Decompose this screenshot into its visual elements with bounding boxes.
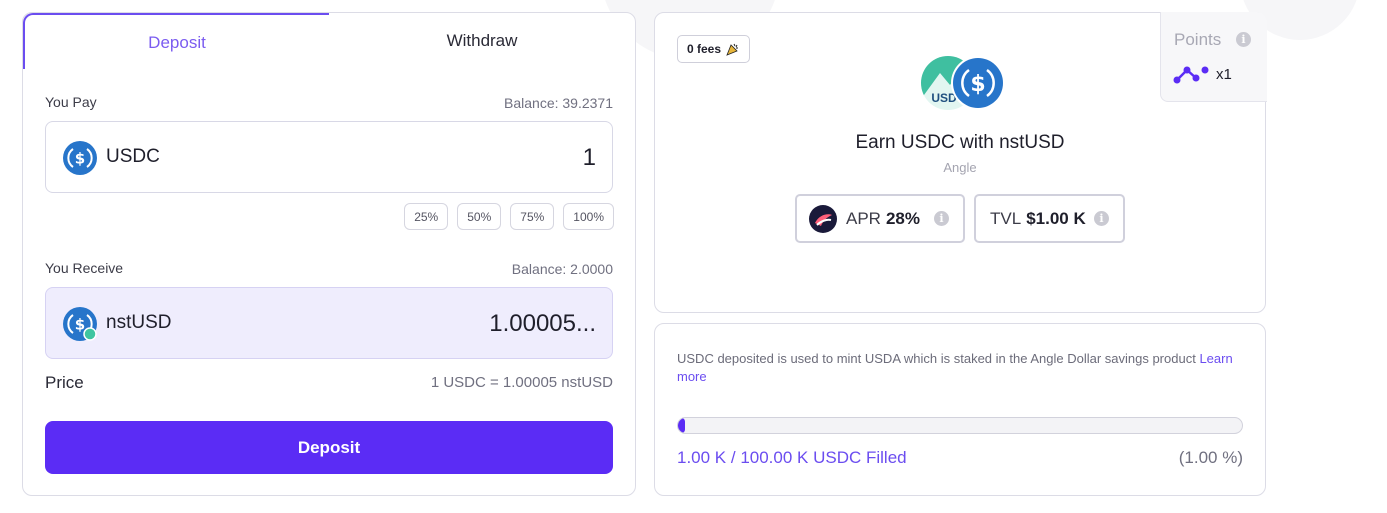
- tab-bar: Deposit Withdraw: [23, 13, 635, 69]
- points-dots-icon: [1173, 66, 1209, 84]
- capacity-filled-percent: (1.00 %): [1178, 448, 1243, 467]
- fees-badge: 0 fees: [677, 35, 751, 63]
- vault-description: USDC deposited is used to mint USDA whic…: [677, 350, 1247, 386]
- capacity-progress-fill: [678, 418, 685, 433]
- apr-label: APR: [846, 208, 881, 228]
- tab-withdraw[interactable]: Withdraw: [329, 13, 635, 69]
- percent-25-button[interactable]: 25%: [404, 203, 449, 230]
- party-popper-icon: [726, 43, 739, 56]
- apr-stat: APR 28% i: [795, 194, 965, 243]
- usdc-coin-icon: $: [63, 141, 97, 175]
- info-icon[interactable]: i: [1094, 211, 1109, 226]
- receive-output-box: $ nstUSD 1.00005...: [45, 287, 613, 359]
- points-label: Points: [1174, 30, 1222, 49]
- percent-buttons: 25% 50% 75% 100%: [404, 203, 614, 230]
- page: Deposit Withdraw You Pay Balance: 39.237…: [0, 0, 1387, 513]
- price-label: Price: [45, 373, 84, 392]
- capacity-card: USDC deposited is used to mint USDA whic…: [654, 323, 1266, 496]
- percent-75-button[interactable]: 75%: [510, 203, 555, 230]
- receive-token-name: nstUSD: [106, 312, 172, 333]
- you-pay-label: You Pay: [45, 94, 97, 110]
- vault-token-pair-icon: USD $: [921, 56, 1005, 111]
- tvl-label: TVL: [990, 208, 1022, 228]
- price-value: 1 USDC = 1.00005 nstUSD: [430, 374, 613, 391]
- pay-amount-input[interactable]: 1: [583, 144, 596, 172]
- vault-description-text: USDC deposited is used to mint USDA whic…: [677, 351, 1196, 366]
- vault-title: Earn USDC with nstUSD: [855, 132, 1065, 153]
- tab-deposit[interactable]: Deposit: [23, 13, 329, 69]
- pay-input-box[interactable]: $ USDC 1: [45, 121, 613, 193]
- info-icon[interactable]: i: [1236, 32, 1251, 47]
- percent-50-button[interactable]: 50%: [457, 203, 502, 230]
- svg-text:$: $: [75, 150, 85, 168]
- capacity-filled-label: 1.00 K / 100.00 K USDC Filled: [677, 448, 907, 467]
- percent-100-button[interactable]: 100%: [563, 203, 614, 230]
- pay-token-name[interactable]: USDC: [106, 146, 160, 168]
- info-icon[interactable]: i: [934, 211, 949, 226]
- points-multiplier: x1: [1216, 66, 1232, 83]
- receive-balance: Balance: 2.0000: [511, 261, 613, 277]
- svg-text:$: $: [970, 72, 985, 97]
- deposit-card: Deposit Withdraw You Pay Balance: 39.237…: [22, 12, 636, 496]
- vault-card: 0 fees Points i x1 USD $ Earn USDC with …: [654, 12, 1267, 313]
- fees-badge-label: 0 fees: [687, 42, 722, 56]
- deposit-button[interactable]: Deposit: [45, 421, 613, 474]
- nstusd-coin-icon: $: [63, 307, 97, 341]
- protocol-logo-icon: [809, 204, 837, 233]
- svg-text:$: $: [75, 316, 85, 334]
- points-panel: Points i x1: [1160, 12, 1267, 102]
- you-receive-label: You Receive: [45, 260, 124, 276]
- tvl-stat: TVL $1.00 K i: [974, 194, 1125, 243]
- vault-subtitle: Angle: [943, 160, 977, 175]
- pay-balance: Balance: 39.2371: [504, 95, 613, 111]
- capacity-progress-bar: [677, 417, 1243, 434]
- tvl-value: $1.00 K: [1026, 208, 1086, 228]
- receive-amount: 1.00005...: [489, 310, 596, 337]
- apr-value: 28%: [885, 208, 920, 228]
